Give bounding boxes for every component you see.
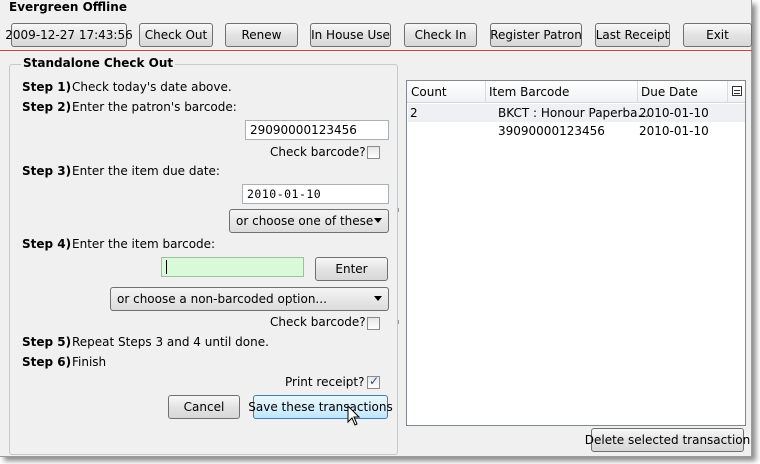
- transactions-list[interactable]: Count Item Barcode Due Date 2 BKCT : Hon…: [406, 80, 746, 426]
- renew-button[interactable]: Renew: [225, 23, 298, 47]
- due-date-choice-dropdown[interactable]: or choose one of these: [229, 209, 389, 233]
- step2-text: Enter the patron's barcode:: [72, 100, 237, 114]
- print-receipt-label: Print receipt?: [285, 375, 365, 389]
- item-barcode-input[interactable]: [161, 257, 304, 277]
- table-row[interactable]: 2 BKCT : Honour Paperba... 2010-01-10: [408, 104, 745, 122]
- column-count[interactable]: Count: [411, 85, 447, 99]
- checkout-group-title: Standalone Check Out: [21, 56, 176, 70]
- row-item-barcode: 39090000123456: [498, 124, 605, 138]
- datetime-button[interactable]: 2009-12-27 17:43:56: [5, 23, 133, 47]
- non-barcoded-label: or choose a non-barcoded option...: [117, 292, 327, 306]
- step3-text: Enter the item due date:: [72, 164, 220, 178]
- exit-button[interactable]: Exit: [683, 23, 752, 47]
- enter-button[interactable]: Enter: [315, 257, 388, 281]
- table-row[interactable]: 39090000123456 2010-01-10: [408, 122, 745, 140]
- due-date-input[interactable]: 2010-01-10: [242, 184, 389, 204]
- save-transactions-button[interactable]: Save these transactions: [248, 395, 393, 419]
- row-due-date: 2010-01-10: [639, 106, 709, 120]
- column-item-barcode[interactable]: Item Barcode: [489, 85, 569, 99]
- step1-label: Step 1): [22, 80, 72, 94]
- transactions-header: Count Item Barcode Due Date: [407, 81, 745, 103]
- step2-label: Step 2): [22, 100, 72, 114]
- column-divider[interactable]: [485, 81, 486, 103]
- row-item-barcode: BKCT : Honour Paperba...: [498, 106, 649, 120]
- pane-splitter[interactable]: [397, 56, 403, 454]
- check-in-button[interactable]: Check In: [404, 23, 477, 47]
- print-receipt-checkbox[interactable]: ✓: [367, 374, 380, 389]
- check-patron-barcode-checkbox[interactable]: [367, 146, 380, 159]
- step4-text: Enter the item barcode:: [72, 237, 216, 251]
- column-due-date[interactable]: Due Date: [641, 85, 698, 99]
- step6-text: Finish: [72, 355, 107, 369]
- column-divider[interactable]: [637, 81, 638, 103]
- patron-barcode-input[interactable]: 29090000123456: [245, 120, 389, 140]
- chevron-down-icon: [374, 218, 382, 223]
- step4-label: Step 4): [22, 237, 72, 251]
- app-title: Evergreen Offline: [9, 0, 127, 14]
- check-patron-barcode-label: Check barcode?: [270, 145, 366, 159]
- step6-label: Step 6): [22, 355, 72, 369]
- mouse-pointer-icon: [347, 405, 361, 426]
- non-barcoded-dropdown[interactable]: or choose a non-barcoded option...: [110, 287, 389, 311]
- step3-label: Step 3): [22, 164, 72, 178]
- check-item-barcode-checkbox[interactable]: [367, 317, 380, 330]
- chevron-down-icon: [374, 296, 382, 301]
- splitter-grip: [398, 208, 401, 212]
- checkmark-icon: ✓: [369, 374, 380, 388]
- text-caret: [166, 260, 167, 274]
- column-divider: [727, 81, 728, 103]
- check-item-barcode-label: Check barcode?: [270, 315, 366, 329]
- in-house-use-button[interactable]: In House Use: [310, 23, 391, 47]
- last-receipt-button[interactable]: Last Receipt: [595, 23, 670, 47]
- column-picker-icon[interactable]: [732, 86, 742, 96]
- toolbar-divider: [0, 50, 752, 51]
- delete-transaction-button[interactable]: Delete selected transaction: [585, 428, 750, 452]
- step1-text: Check today's date above.: [72, 80, 232, 94]
- row-count: 2: [410, 106, 418, 120]
- step5-label: Step 5): [22, 335, 72, 349]
- row-due-date: 2010-01-10: [639, 124, 709, 138]
- cancel-button[interactable]: Cancel: [168, 395, 240, 419]
- check-out-button[interactable]: Check Out: [139, 23, 213, 47]
- register-patron-button[interactable]: Register Patron: [490, 23, 582, 47]
- due-date-choice-label: or choose one of these: [236, 214, 374, 228]
- step5-text: Repeat Steps 3 and 4 until done.: [72, 335, 269, 349]
- splitter-grip: [398, 320, 401, 324]
